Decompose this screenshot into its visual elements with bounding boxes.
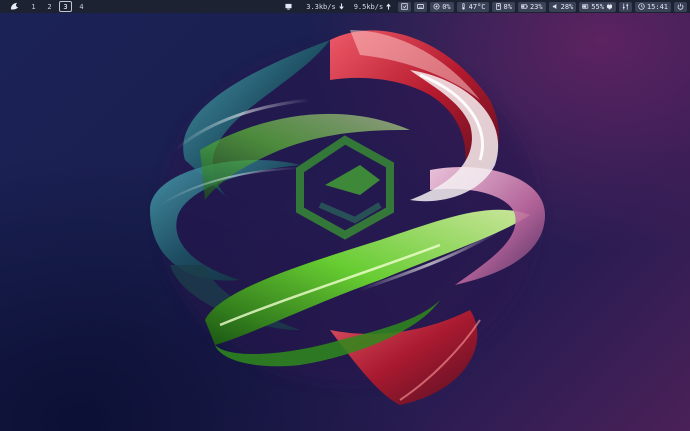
memory-module[interactable]: 8%: [491, 1, 515, 12]
cpu-module[interactable]: 0%: [430, 1, 454, 12]
volume-value: 28%: [560, 2, 574, 11]
backlight-icon: [582, 3, 589, 10]
power-module[interactable]: [674, 1, 687, 12]
network-down-value: 3.3kb/s: [306, 2, 336, 11]
backlight-module[interactable]: 55%: [579, 1, 616, 12]
workspace-4[interactable]: 4: [75, 1, 88, 12]
memory-value: 8%: [503, 2, 512, 11]
distro-logo-icon[interactable]: [10, 2, 19, 11]
clock-value: 15:41: [646, 2, 668, 11]
settings-module[interactable]: [398, 1, 412, 12]
battery-icon: [521, 3, 528, 10]
network-up-value: 9.5kb/s: [353, 2, 384, 11]
screen-icon[interactable]: [285, 3, 292, 10]
top-bar: 1 2 3 4 3.3kb/s 9.5kb/s 0% 47°C 8% 23% 2…: [0, 0, 690, 13]
temperature-value: 47°C: [468, 2, 486, 11]
backlight-value: 55%: [591, 2, 604, 11]
equalizer-module[interactable]: [618, 1, 632, 12]
memory-icon: [495, 3, 502, 10]
battery-module[interactable]: 23%: [517, 1, 546, 12]
workspace-3[interactable]: 3: [59, 1, 72, 12]
window-icon: [401, 3, 408, 10]
volume-module[interactable]: 28%: [548, 1, 577, 12]
thermometer-icon: [460, 3, 467, 10]
workspace-group: 1 2 3 4: [10, 1, 91, 12]
cpu-icon: [433, 3, 440, 10]
arrow-up-icon: [385, 3, 392, 10]
keyboard-icon: [417, 3, 425, 10]
clock-icon: [638, 3, 645, 10]
network-up: 9.5kb/s: [351, 3, 396, 11]
keyboard-module[interactable]: [414, 1, 428, 12]
arrow-down-icon: [338, 3, 345, 10]
workspace-1[interactable]: 1: [27, 1, 40, 12]
clock-module[interactable]: 15:41: [634, 1, 671, 12]
plug-icon: [606, 3, 613, 10]
temperature-module[interactable]: 47°C: [456, 1, 489, 12]
speaker-icon: [552, 3, 559, 10]
battery-value: 23%: [529, 2, 543, 11]
workspace-2[interactable]: 2: [43, 1, 56, 12]
sliders-icon: [622, 3, 629, 10]
wallpaper: [150, 30, 545, 405]
network-down: 3.3kb/s: [303, 3, 348, 11]
desktop: 1 2 3 4 3.3kb/s 9.5kb/s 0% 47°C 8% 23% 2…: [0, 0, 690, 431]
status-modules: 3.3kb/s 9.5kb/s 0% 47°C 8% 23% 28% 55% 1…: [285, 1, 687, 12]
cpu-value: 0%: [442, 2, 451, 11]
power-icon: [677, 3, 684, 10]
